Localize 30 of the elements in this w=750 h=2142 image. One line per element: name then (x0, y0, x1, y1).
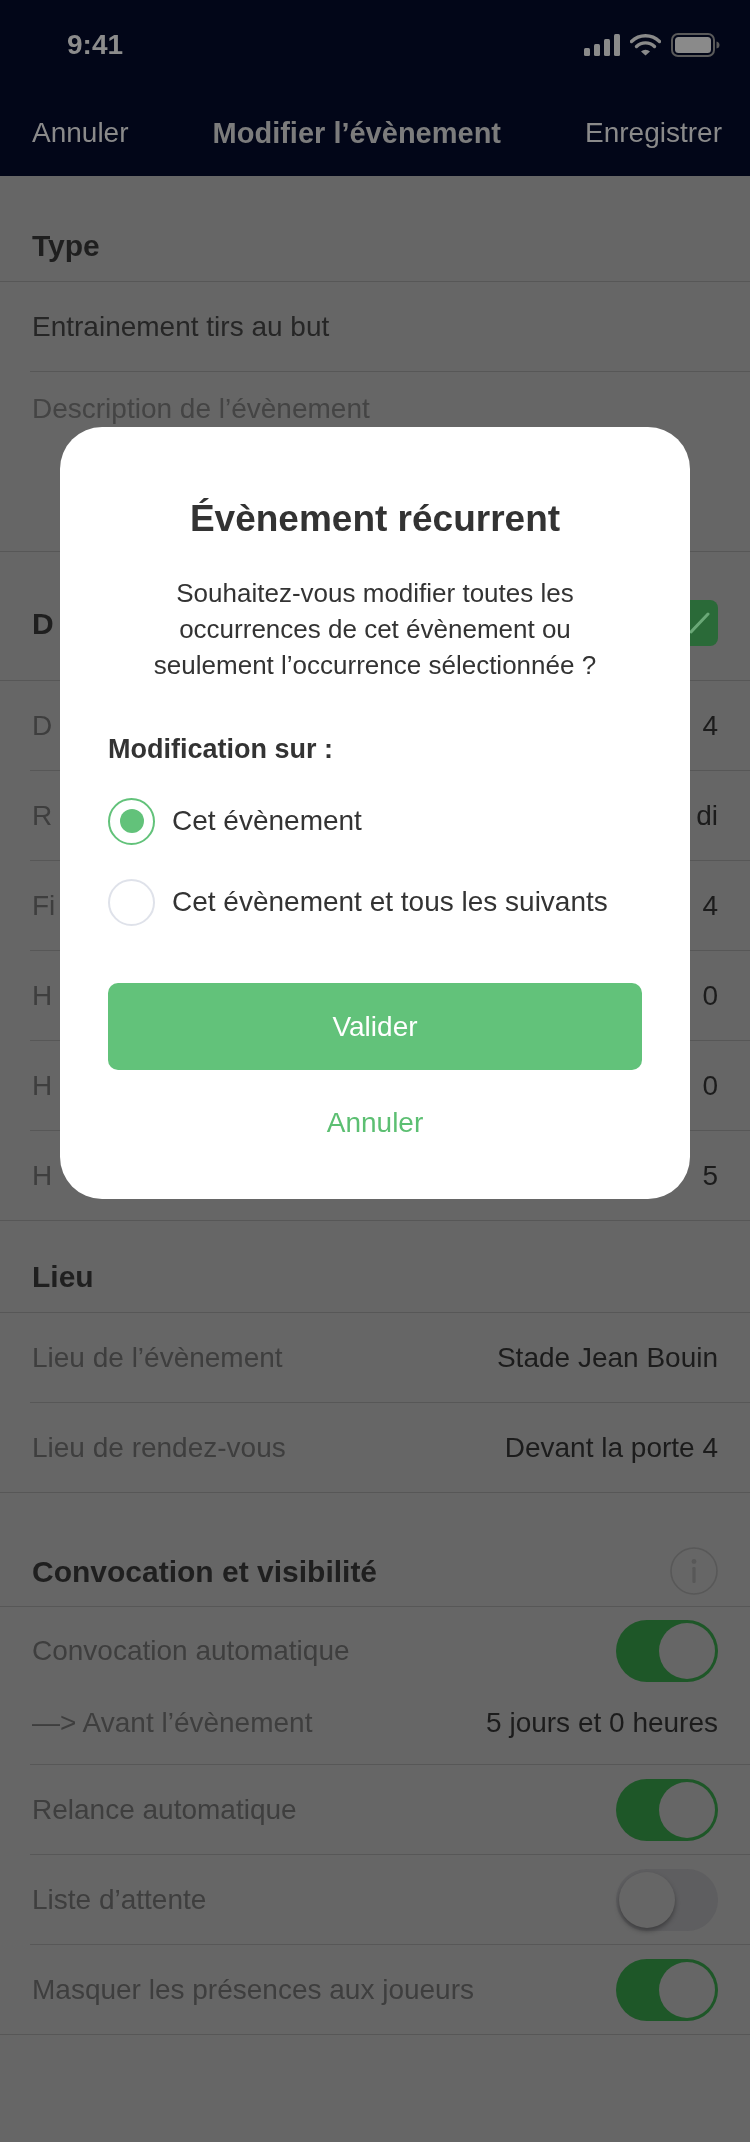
battery-icon (671, 33, 720, 57)
section-title: D (32, 605, 54, 641)
section-title: Convocation et visibilité (32, 1553, 378, 1589)
save-button[interactable]: Enregistrer (585, 116, 722, 150)
field-value[interactable]: 4 (702, 708, 718, 743)
status-time: 9:41 (67, 29, 124, 61)
field-value[interactable]: 5 (702, 1158, 718, 1193)
field-value[interactable]: 0 (702, 978, 718, 1013)
radio-icon[interactable] (108, 797, 155, 845)
wifi-icon (630, 34, 661, 56)
options-heading: Modification sur : (108, 733, 334, 766)
section-title: Lieu (32, 1259, 94, 1294)
radio-option[interactable]: Cet évènement et tous les suivants (108, 874, 642, 930)
confirm-button[interactable]: Valider (108, 983, 642, 1070)
dialog-cancel-link[interactable]: Annuler (326, 1106, 424, 1140)
dialog-title: Évènement récurrent (188, 497, 562, 541)
dialog-message: Souhaitez-vous modifier toutes les occurrences de cet évènement ou seulement l’occurrence sélectionnée ? (152, 577, 598, 682)
cancel-button[interactable]: Annuler (32, 116, 129, 150)
field-value[interactable]: 5 jours et 0 heures (486, 1705, 718, 1740)
field-value[interactable]: 0 (702, 1068, 718, 1103)
section-title: Type (32, 228, 100, 263)
field-value[interactable]: Devant la porte 4 (504, 1430, 718, 1465)
signal-icon (584, 34, 620, 56)
screen-title: Modifier l’évènement (212, 116, 501, 151)
edit-icon[interactable] (690, 600, 718, 646)
field-value[interactable]: 4 (702, 888, 718, 923)
field-value[interactable]: Stade Jean Bouin (496, 1340, 718, 1375)
event-type-field[interactable]: Entrainement tirs au but (32, 309, 718, 344)
field-value[interactable]: di (696, 798, 718, 833)
radio-option[interactable]: Cet évènement (108, 793, 642, 849)
